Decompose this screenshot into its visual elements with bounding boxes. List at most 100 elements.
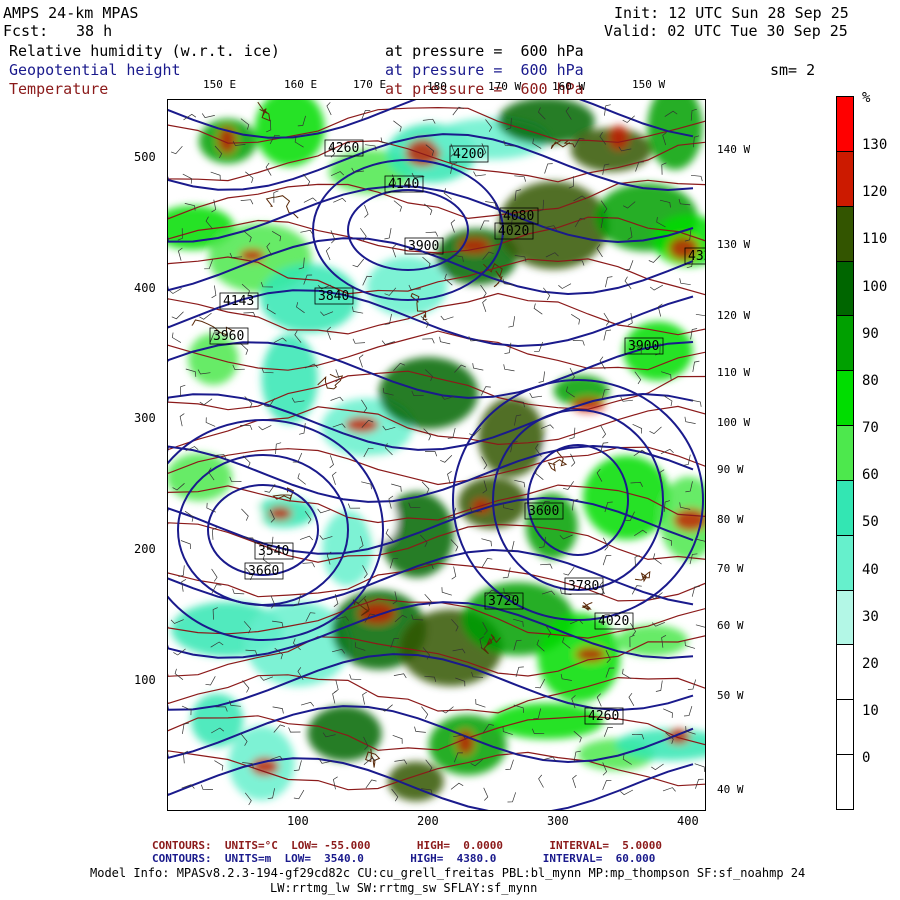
wind-barb xyxy=(179,413,185,427)
colorbar-label: 20 xyxy=(862,656,879,672)
wind-barb xyxy=(301,701,315,707)
wind-barb xyxy=(483,787,489,801)
wind-barb xyxy=(421,706,429,719)
colorbar-label: 60 xyxy=(862,467,879,483)
wind-barb xyxy=(425,451,438,457)
svg-text:4200: 4200 xyxy=(453,147,484,162)
wind-barb xyxy=(602,554,612,566)
colorbar-label: 10 xyxy=(862,703,879,719)
x-tick-label: 300 xyxy=(547,814,569,828)
wind-barb xyxy=(333,197,347,203)
wind-barb xyxy=(240,199,254,205)
contour-label: 4260 xyxy=(584,707,624,725)
weather-map: 4260 4200 4080 4140 4020 3900 3840 3960 4143 3720… xyxy=(167,99,706,811)
weather-map-svg: 4260 4200 4080 4140 4020 3900 3840 3960 4143 3720… xyxy=(168,100,705,810)
wind-barb xyxy=(605,276,613,288)
wind-barb xyxy=(507,792,517,803)
wind-barb xyxy=(480,284,487,298)
colorbar-segment xyxy=(837,590,853,646)
colorbar-segment xyxy=(837,426,853,481)
wind-barb xyxy=(472,363,484,371)
coastline xyxy=(581,602,593,611)
wind-barb xyxy=(293,789,305,800)
wind-barb xyxy=(349,674,362,681)
x-tick-label: 100 xyxy=(287,814,309,828)
x-tick-label: 200 xyxy=(417,814,439,828)
wind-barb xyxy=(440,454,453,463)
wind-barb xyxy=(651,763,664,771)
wind-barb xyxy=(441,587,452,596)
humidity-blob xyxy=(168,453,233,501)
wind-barb xyxy=(205,417,216,427)
wind-barb xyxy=(447,471,452,484)
wind-barb xyxy=(538,371,545,383)
contour-label: 3720 xyxy=(484,592,524,610)
wind-barb xyxy=(479,220,490,231)
wind-barb xyxy=(540,563,553,569)
wind-barb xyxy=(695,624,705,628)
field1-level: at pressure = 600 hPa xyxy=(385,42,584,60)
colorbar-label: 100 xyxy=(862,279,888,295)
wind-barb xyxy=(649,426,662,435)
field1-name: Relative humidity (w.r.t. ice) xyxy=(9,42,280,60)
svg-text:4020: 4020 xyxy=(498,224,529,239)
wind-barb xyxy=(694,763,705,772)
humidity-blob xyxy=(478,397,545,478)
right-longitude-label: 50 W xyxy=(717,689,744,702)
right-longitude-label: 60 W xyxy=(717,619,744,632)
colorbar-segment xyxy=(837,151,853,207)
wind-barb xyxy=(303,197,317,203)
y-tick-label: 500 xyxy=(134,150,156,164)
svg-text:3720: 3720 xyxy=(488,594,519,609)
x-tick-label: 400 xyxy=(677,814,699,828)
wind-barb xyxy=(482,298,487,313)
height-contour-info: CONTOURS: UNITS=m LOW= 3540.0 HIGH= 4380… xyxy=(152,852,656,865)
top-longitude-label: 170 E xyxy=(353,78,387,91)
contour-label: 3960 xyxy=(209,327,249,345)
contour-label: 3840 xyxy=(314,287,354,305)
wind-barb xyxy=(679,278,691,286)
wind-barb xyxy=(364,204,369,218)
wind-barb xyxy=(683,454,691,466)
colorbar-segment xyxy=(837,316,853,372)
wind-barb xyxy=(533,303,543,315)
contour-label: 3540 xyxy=(254,542,294,560)
top-longitude-label: 160 E xyxy=(284,78,318,91)
wind-barb xyxy=(393,200,403,212)
wind-barb xyxy=(683,705,693,717)
wind-barb xyxy=(211,568,218,582)
wind-barb xyxy=(572,774,577,789)
wind-barb xyxy=(245,171,254,184)
wind-barb xyxy=(332,690,337,704)
contour-label: 4260 xyxy=(324,139,364,157)
wind-barb xyxy=(171,332,182,343)
wind-barb xyxy=(302,562,315,568)
wind-barb xyxy=(333,679,339,693)
right-longitude-label: 70 W xyxy=(717,562,744,575)
contour-label: 4020 xyxy=(494,222,534,240)
wind-barb xyxy=(529,392,543,398)
right-longitude-label: 120 W xyxy=(717,309,751,322)
wind-barb xyxy=(174,668,184,680)
wind-barb xyxy=(384,228,392,240)
svg-text:3840: 3840 xyxy=(318,289,349,304)
wind-barb xyxy=(451,566,457,580)
top-longitude-label: 150 W xyxy=(632,78,666,91)
wind-barb xyxy=(293,760,302,771)
wind-barb xyxy=(624,276,632,290)
contour-label: 4140 xyxy=(384,175,424,193)
top-longitude-label: 150 E xyxy=(203,78,237,91)
svg-text:4260: 4260 xyxy=(588,709,619,724)
wind-barb xyxy=(569,427,576,440)
wind-barb xyxy=(391,244,397,258)
height-contour-closed xyxy=(177,454,349,606)
wind-barb xyxy=(329,455,334,469)
wind-barb xyxy=(440,315,454,321)
right-longitude-label: 110 W xyxy=(717,366,751,379)
wind-barb xyxy=(649,284,663,291)
colorbar-label: 130 xyxy=(862,137,888,153)
svg-text:4320: 4320 xyxy=(688,249,705,264)
wind-barb xyxy=(358,354,364,368)
wind-barb xyxy=(299,535,313,541)
wind-barb xyxy=(180,540,191,550)
